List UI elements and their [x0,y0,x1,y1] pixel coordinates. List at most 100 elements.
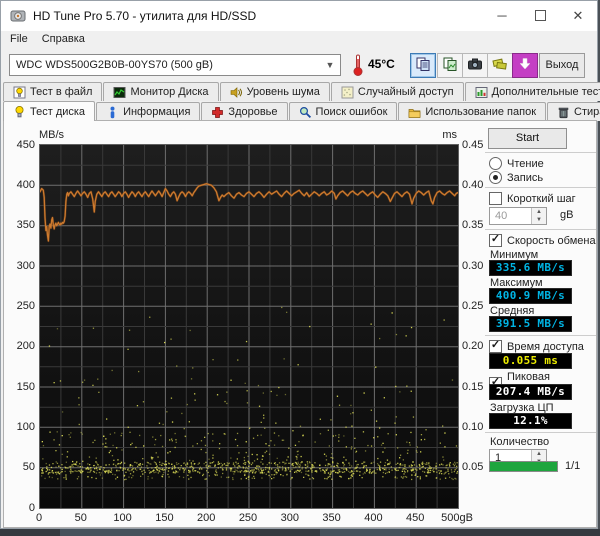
close-button[interactable]: ✕ [559,1,597,31]
pass-progress-bar [489,461,558,472]
disk-monitor-icon [113,86,126,99]
window-title: HD Tune Pro 5.70 - утилита для HD/SSD [33,9,257,23]
tab-erase[interactable]: Стирание [547,102,600,121]
left-axis-tick: 100 [16,420,35,433]
separator [485,432,596,433]
read-radio-circle[interactable] [489,157,502,170]
app-icon [10,8,26,24]
copy-image-button[interactable] [437,53,463,78]
screenshot-button[interactable] [462,53,488,78]
access-time-label: Время доступа [507,340,584,353]
x-axis-tick: 500gB [441,512,473,524]
stepper-arrows-icon[interactable]: ▲▼ [531,208,546,224]
title-bar: HD Tune Pro 5.70 - утилита для HD/SSD ─ … [1,1,597,31]
health-icon [211,106,224,119]
tab-error-scan[interactable]: Поиск ошибок [288,102,398,121]
cpu-usage-value: 12.1% [489,413,572,429]
short-stride-checkbox-box[interactable] [489,192,502,205]
x-axis-tick: 250 [238,512,258,524]
read-radio-label: Чтение [507,157,544,170]
left-axis-tick: 150 [16,380,35,393]
file-benchmark-icon [13,86,26,99]
write-radio-label: Запись [507,171,544,184]
maximize-icon [534,10,546,22]
menu-bar: File Справка [1,31,597,49]
tab-label: Стирание [574,106,600,118]
transfer-rate-label: Скорость обмена [507,234,596,247]
error-scan-icon [299,106,312,119]
temperature-value: 45°C [368,57,395,71]
tab-row-upper: Тест в файл Монитор Диска Уровень шума Случ… [3,82,600,102]
tab-random-access[interactable]: Случайный доступ [330,82,464,101]
tab-label: Здоровье [228,106,278,118]
minimize-button[interactable]: ─ [483,1,521,31]
x-axis-tick: 150 [155,512,174,524]
benchmark-panel: MB/s ms 450 400 350 300 250 200 150 100 50 0 0.45 0… [3,120,597,528]
copy-text-button[interactable] [410,53,436,78]
download-button[interactable] [512,53,538,78]
separator [485,229,596,230]
x-axis-tick: 300 [280,512,299,524]
short-stride-checkbox[interactable]: Короткий шаг [489,192,576,205]
toolbar: WDC WDS500G2B0B-00YS70 (500 gB) ▼ 45°C В… [1,49,597,82]
benchmark-icon [13,105,26,118]
menu-help[interactable]: Справка [35,31,92,47]
folder-usage-icon [408,106,421,119]
write-radio-circle[interactable] [489,171,502,184]
tab-folder-usage[interactable]: Использование папок [398,102,547,121]
right-axis-unit: ms [442,129,457,141]
save-results-button[interactable] [487,53,513,78]
access-time-checkbox[interactable]: Время доступа [489,340,584,353]
tab-health[interactable]: Здоровье [201,102,288,121]
tab-label: Дополнительные тесты [491,86,600,98]
tab-label: Случайный доступ [357,86,454,98]
left-axis-tick: 50 [22,461,35,474]
transfer-rate-checkbox-box[interactable] [489,234,502,247]
tab-file-benchmark[interactable]: Тест в файл [3,82,103,101]
short-stride-label: Короткий шаг [507,192,576,205]
menu-file[interactable]: File [3,31,35,47]
minimum-value: 335.6 MB/s [489,260,572,276]
x-axis-tick: 350 [322,512,341,524]
x-axis-tick: 200 [197,512,216,524]
access-time-checkbox-box[interactable] [489,340,502,353]
save-icon [492,56,508,75]
drive-select[interactable]: WDC WDS500G2B0B-00YS70 (500 gB) ▼ [9,54,341,76]
tab-noise-level[interactable]: Уровень шума [219,82,330,101]
tab-info[interactable]: Информация [96,102,201,121]
read-radio[interactable]: Чтение [489,157,544,170]
erase-icon [557,106,570,119]
left-axis-unit: MB/s [39,129,65,141]
write-radio[interactable]: Запись [489,171,543,184]
left-axis-tick: 400 [16,178,35,191]
tab-extra-tests[interactable]: Дополнительные тесты [464,82,600,101]
left-axis-tick: 250 [16,299,35,312]
tab-label: Уровень шума [246,86,320,98]
average-value: 391.5 MB/s [489,316,572,332]
x-axis-tick: 0 [35,512,43,524]
tab-disk-test[interactable]: Тест диска [3,101,96,121]
access-time-value: 0.055 ms [489,353,572,369]
x-axis-tick: 100 [113,512,132,524]
screenshot-icon [467,56,483,75]
thermometer-icon [352,53,364,77]
taskbar-strip [0,529,600,536]
separator [485,335,596,336]
start-button[interactable]: Start [488,128,567,149]
chevron-down-icon: ▼ [325,60,335,70]
extra-tests-icon [475,86,488,99]
maximize-button[interactable] [521,1,559,31]
tab-label: Поиск ошибок [315,106,388,118]
noise-level-icon [230,86,243,99]
left-axis-tick: 450 [16,138,35,151]
pass-progress-label: 1/1 [565,460,581,472]
benchmark-plot [38,144,460,509]
stride-size-stepper[interactable]: 40 ▲ ▼ [489,207,547,225]
tab-disk-monitor[interactable]: Монитор Диска [103,82,219,101]
separator [485,187,596,188]
exit-button[interactable]: Выход [539,53,585,78]
transfer-rate-checkbox[interactable]: Скорость обмена [489,234,596,247]
maximum-value: 400.9 MB/s [489,288,572,304]
left-axis-tick: 200 [16,340,35,353]
separator [485,152,596,153]
